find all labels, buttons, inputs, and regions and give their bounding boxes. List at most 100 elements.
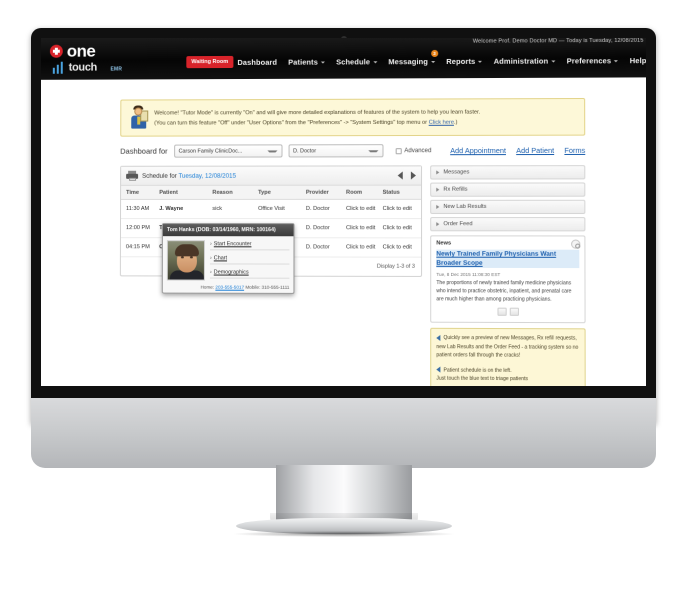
waiting-room-button[interactable]: Waiting Room xyxy=(186,55,234,69)
column-header-room: Room xyxy=(346,189,363,196)
nav-item-patients[interactable]: Patients xyxy=(287,55,326,68)
popup-body: › Start Encounter › Chart › Demographics xyxy=(163,236,294,285)
chevron-down-icon xyxy=(367,149,378,152)
schedule-column-headers: Time Patient Reason Type Provider Room S… xyxy=(121,185,422,200)
schedule-title: Schedule for Tuesday, 12/08/2015 xyxy=(142,172,236,179)
top-navigation-bar: Welcome Prof. Demo Doctor MD — Today is … xyxy=(41,38,646,80)
column-header-status: Status xyxy=(382,189,400,196)
panel-messages[interactable]: Messages xyxy=(430,165,586,180)
news-headline-link[interactable]: Newly Trained Family Physicians Want Bro… xyxy=(436,249,580,269)
chevron-down-icon xyxy=(614,60,619,63)
app-logo[interactable]: one touch EMR xyxy=(49,42,157,77)
patient-quick-menu-popup[interactable]: Tom Hanks (DOB: 03/14/1960, MRN: 100164)… xyxy=(161,223,295,294)
cell-room[interactable]: Click to edit xyxy=(346,206,382,212)
provider-select-value: D. Doctor xyxy=(293,147,317,154)
news-body-text: The proportions of newly trained family … xyxy=(436,280,572,303)
nav-item-administration[interactable]: Administration xyxy=(493,54,557,67)
forms-link[interactable]: Forms xyxy=(564,146,585,155)
news-next-button[interactable] xyxy=(509,307,519,316)
advanced-checkbox[interactable] xyxy=(395,147,402,154)
provider-select[interactable]: D. Doctor xyxy=(288,144,384,158)
home-phone-link[interactable]: 203-555-5017 xyxy=(215,285,244,290)
cell-provider[interactable]: D. Doctor xyxy=(306,244,346,250)
advanced-label: Advanced xyxy=(404,147,432,154)
clinic-select-value: Carson Family ClinicDoc... xyxy=(178,147,243,155)
nav-item-schedule[interactable]: Schedule xyxy=(335,55,378,68)
advanced-toggle[interactable]: Advanced xyxy=(395,148,431,154)
popup-item-start-encounter[interactable]: › Start Encounter xyxy=(209,241,290,251)
chevron-down-icon xyxy=(320,61,325,64)
printer-icon[interactable] xyxy=(126,170,139,181)
left-arrow-icon xyxy=(436,366,441,373)
chevron-right-icon xyxy=(436,187,440,192)
schedule-date-nav xyxy=(397,171,416,180)
cell-provider[interactable]: D. Doctor xyxy=(306,225,346,231)
panel-order-feed[interactable]: Order Feed xyxy=(430,217,586,232)
tip-text: Patient schedule is on the left. xyxy=(443,367,512,374)
chevron-right-icon xyxy=(436,204,440,209)
nav-item-preferences[interactable]: Preferences xyxy=(566,54,620,67)
chevron-down-icon xyxy=(373,61,378,64)
popup-item-label: Start Encounter xyxy=(213,241,252,248)
add-appointment-link[interactable]: Add Appointment xyxy=(450,146,506,155)
schedule-date-link[interactable]: Tuesday, 12/08/2015 xyxy=(178,172,236,179)
patient-avatar xyxy=(166,240,205,281)
monitor-stand-neck xyxy=(269,465,418,527)
panel-label: Messages xyxy=(443,169,470,176)
emr-application: Welcome Prof. Demo Doctor MD — Today is … xyxy=(41,38,646,386)
cell-status[interactable]: Click to edit xyxy=(383,225,421,231)
nav-item-messaging[interactable]: Messaging 3 xyxy=(387,49,439,68)
welcome-text: Welcome Prof. Demo Doctor MD — Today is … xyxy=(472,38,644,45)
nav-label: Schedule xyxy=(336,57,371,67)
cell-provider[interactable]: D. Doctor xyxy=(306,206,346,212)
cell-status[interactable]: Click to edit xyxy=(383,206,421,212)
column-header-type: Type xyxy=(258,189,271,196)
panel-new-lab-results[interactable]: New Lab Results xyxy=(430,199,586,215)
chevron-right-icon xyxy=(436,170,440,175)
cell-reason[interactable]: sick xyxy=(212,206,258,212)
tutor-click-here-link[interactable]: Click here xyxy=(429,119,454,125)
cell-type[interactable]: Office Visit xyxy=(258,206,306,212)
column-header-provider: Provider xyxy=(305,189,329,196)
cell-room[interactable]: Click to edit xyxy=(346,225,382,231)
nav-item-help[interactable]: Help xyxy=(629,54,646,67)
cell-patient[interactable]: J. Wayne xyxy=(159,206,212,212)
medical-cross-icon xyxy=(49,44,63,58)
home-phone-label: Home: xyxy=(200,284,215,290)
popup-item-demographics[interactable]: › Demographics xyxy=(209,269,290,279)
next-day-icon[interactable] xyxy=(410,171,416,180)
mobile-phone-value: 310-555-1111 xyxy=(261,284,290,290)
popup-item-label: Chart xyxy=(213,255,228,262)
popup-item-chart[interactable]: › Chart xyxy=(209,255,290,265)
news-timestamp: Tue, 8 Dec 2015 11:08:30 EST xyxy=(436,271,501,278)
nav-label: Dashboard xyxy=(237,57,278,67)
nav-label: Preferences xyxy=(566,56,612,66)
tip-text: Just touch the blue text to triage patie… xyxy=(436,375,529,383)
column-header-patient: Patient xyxy=(159,189,178,196)
quick-links: Add Appointment Add Patient Forms xyxy=(450,146,585,155)
gear-icon[interactable] xyxy=(571,239,581,249)
message-count-badge: 3 xyxy=(431,49,439,58)
chevron-right-icon xyxy=(436,222,440,227)
nav-item-reports[interactable]: Reports xyxy=(445,55,483,68)
previous-day-icon[interactable] xyxy=(397,171,403,180)
news-pager[interactable] xyxy=(436,307,579,316)
page-content: Welcome! "Tutor Mode" is currently "On" … xyxy=(41,77,646,386)
table-row[interactable]: 11:30 AM J. Wayne sick Office Visit D. D… xyxy=(121,199,422,220)
panel-label: New Lab Results xyxy=(443,203,487,210)
screenshot-root: Welcome Prof. Demo Doctor MD — Today is … xyxy=(0,0,687,595)
news-widget: News Newly Trained Family Physicians Wan… xyxy=(430,235,586,324)
cell-room[interactable]: Click to edit xyxy=(346,244,382,250)
right-sidebar: Messages Rx Refills New Lab Results Orde… xyxy=(430,165,586,386)
tip-text: Quickly see a preview of new Messages, R… xyxy=(436,334,579,359)
nav-item-dashboard[interactable]: Dashboard xyxy=(236,56,278,69)
nav-label: Messaging xyxy=(388,57,428,67)
cell-status[interactable]: Click to edit xyxy=(383,244,421,250)
add-patient-link[interactable]: Add Patient xyxy=(516,146,554,155)
logo-touch-text: touch xyxy=(68,61,98,74)
news-prev-button[interactable] xyxy=(496,307,507,316)
panel-label: Rx Refills xyxy=(443,186,468,193)
clinic-select[interactable]: Carson Family ClinicDoc... xyxy=(173,144,283,158)
panel-rx-refills[interactable]: Rx Refills xyxy=(430,182,586,197)
tutor-line-2-post: .) xyxy=(453,119,458,126)
